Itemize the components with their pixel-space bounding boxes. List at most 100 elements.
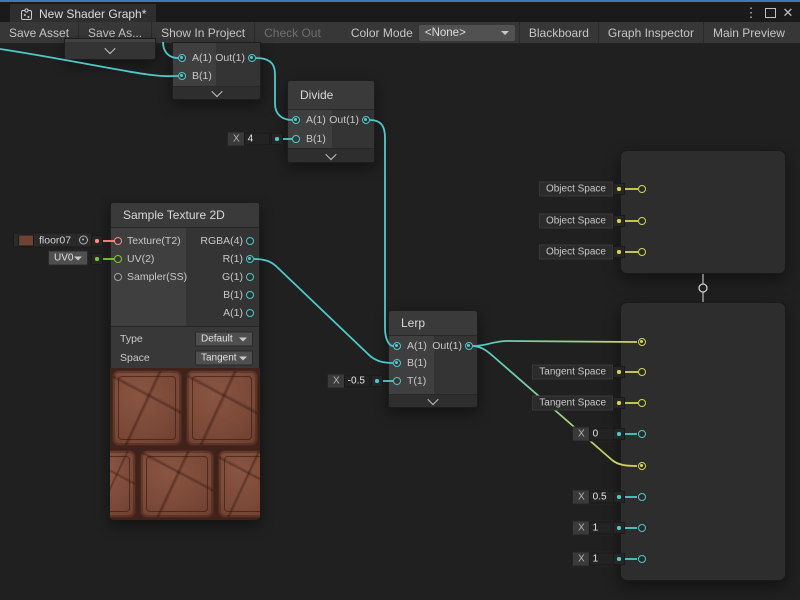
port-fragment-emission[interactable] — [638, 462, 646, 470]
x-component-label: X — [578, 523, 585, 534]
port-fragment-normal-ts[interactable] — [638, 368, 646, 376]
space-badge-position[interactable]: Object Space — [539, 182, 613, 197]
port-fragment-base-color[interactable] — [638, 338, 646, 346]
node-lerp-title: Lerp — [389, 311, 477, 336]
node-vertex[interactable] — [620, 150, 786, 274]
uv-channel-value: UV0 — [54, 253, 73, 264]
color-mode-dropdown[interactable]: <None> — [419, 25, 515, 41]
port-sample-b[interactable] — [246, 291, 254, 299]
sample-g-label: G(1) — [222, 271, 243, 283]
smoothness-default-field[interactable]: X 0.5 — [572, 490, 614, 505]
port-sample-texture[interactable] — [114, 237, 122, 245]
metallic-default-field[interactable]: X 0 — [572, 427, 614, 442]
connector-dot-uv — [91, 253, 103, 265]
sample-space-label: Space — [120, 352, 150, 364]
port-math-b[interactable] — [178, 72, 186, 80]
graph-inspector-toggle[interactable]: Graph Inspector — [599, 22, 703, 43]
node-sample-title: Sample Texture 2D — [111, 203, 259, 228]
port-fragment-metallic[interactable] — [638, 430, 646, 438]
port-sample-g[interactable] — [246, 273, 254, 281]
node-lerp[interactable]: Lerp — [388, 310, 478, 408]
port-vertex-tangent[interactable] — [638, 248, 646, 256]
close-icon: ✕ — [783, 5, 794, 21]
port-divide-a[interactable] — [292, 116, 300, 124]
port-fragment-alpha[interactable] — [638, 555, 646, 563]
space-badge-normal-ts[interactable]: Tangent Space — [532, 365, 613, 380]
lerp-t-value[interactable]: -0.5 — [344, 375, 370, 388]
port-vertex-normal[interactable] — [638, 217, 646, 225]
space-badge-normal[interactable]: Object Space — [539, 214, 613, 229]
space-badge-tangent[interactable]: Object Space — [539, 245, 613, 260]
port-fragment-smoothness[interactable] — [638, 493, 646, 501]
object-picker-icon[interactable] — [79, 236, 88, 245]
connector-dot — [613, 215, 625, 227]
port-fragment-bent-normal[interactable] — [638, 399, 646, 407]
sample-r-label: R(1) — [223, 253, 243, 265]
x-component-label: X — [233, 134, 240, 145]
divide-b-default-field[interactable]: X 4 — [227, 132, 270, 147]
port-divide-out[interactable] — [362, 116, 370, 124]
divide-b-value[interactable]: 4 — [244, 133, 270, 146]
space-badge-bent-normal[interactable]: Tangent Space — [532, 396, 613, 411]
divide-b-label: B(1) — [306, 133, 326, 145]
x-component-label: X — [578, 429, 585, 440]
alpha-value[interactable]: 1 — [589, 553, 615, 566]
port-divide-b[interactable] — [292, 135, 300, 143]
connector-dot — [613, 183, 625, 195]
ambient-occlusion-default-field[interactable]: X 1 — [572, 521, 614, 536]
close-button[interactable]: ✕ — [779, 4, 797, 22]
sample-texture-label: Texture(T2) — [127, 235, 181, 247]
connector-dot-divide-b — [271, 133, 283, 145]
metallic-value[interactable]: 0 — [589, 428, 615, 441]
sample-rgba-label: RGBA(4) — [200, 235, 243, 247]
sample-type-dropdown[interactable]: Default — [195, 332, 253, 347]
port-vertex-position[interactable] — [638, 185, 646, 193]
collapse-chevron-icon[interactable] — [325, 148, 336, 159]
port-fragment-ao[interactable] — [638, 524, 646, 532]
texture-swatch — [18, 234, 34, 246]
smoothness-value[interactable]: 0.5 — [589, 491, 615, 504]
lerp-b-label: B(1) — [407, 357, 427, 369]
port-sample-rgba[interactable] — [246, 237, 254, 245]
connector-dot-texture — [91, 235, 103, 247]
lerp-t-default-field[interactable]: X -0.5 — [327, 374, 370, 389]
wire-lerp-out-to-base-color — [473, 341, 637, 346]
port-lerp-a[interactable] — [393, 342, 401, 350]
window-menu-button[interactable]: ⋮ — [742, 4, 760, 22]
connector-dot — [613, 246, 625, 258]
divide-a-label: A(1) — [306, 114, 326, 126]
check-out-button: Check Out — [255, 22, 330, 43]
port-sample-sampler[interactable] — [114, 273, 122, 281]
sample-type-value: Default — [201, 334, 233, 345]
math-a-label: A(1) — [192, 52, 212, 64]
blackboard-toggle[interactable]: Blackboard — [520, 22, 598, 43]
port-math-out[interactable] — [248, 54, 256, 62]
collapse-chevron-icon[interactable] — [427, 394, 438, 405]
node-math-top[interactable] — [172, 42, 261, 100]
port-sample-r[interactable] — [246, 255, 254, 263]
port-lerp-b[interactable] — [393, 359, 401, 367]
port-lerp-t[interactable] — [393, 377, 401, 385]
connector-dot — [613, 553, 625, 565]
math-b-label: B(1) — [192, 70, 212, 82]
chevron-down-icon — [239, 356, 247, 360]
node-divide-title: Divide — [288, 81, 374, 110]
show-in-project-button[interactable]: Show In Project — [152, 22, 254, 43]
collapse-chevron-icon[interactable] — [211, 86, 222, 97]
uv-channel-dropdown[interactable]: UV0 — [48, 251, 88, 266]
sample-type-label: Type — [120, 333, 143, 345]
maximize-button[interactable] — [761, 4, 779, 22]
port-math-a[interactable] — [178, 54, 186, 62]
tab-new-shader-graph[interactable]: New Shader Graph* — [10, 4, 156, 24]
node-collapsed[interactable] — [64, 38, 156, 60]
sample-space-dropdown[interactable]: Tangent — [195, 351, 253, 366]
port-sample-uv[interactable] — [114, 255, 122, 263]
chevron-down-icon — [239, 337, 247, 341]
alpha-default-field[interactable]: X 1 — [572, 552, 614, 567]
port-sample-a[interactable] — [246, 309, 254, 317]
texture-object-field[interactable]: floor07 — [13, 233, 93, 248]
ambient-occlusion-value[interactable]: 1 — [589, 522, 615, 535]
port-lerp-out[interactable] — [465, 342, 473, 350]
main-preview-toggle[interactable]: Main Preview — [704, 22, 794, 43]
expand-chevron-icon[interactable] — [104, 43, 115, 54]
